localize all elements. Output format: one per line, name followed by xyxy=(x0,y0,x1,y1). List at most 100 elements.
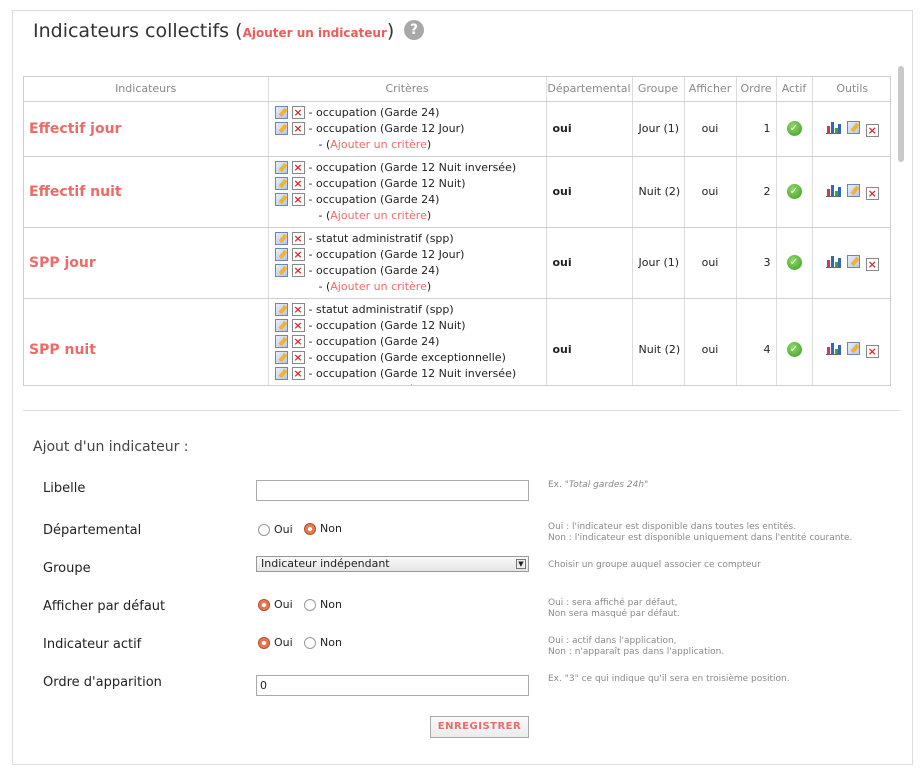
criterion-text: - occupation (Garde 24) xyxy=(308,263,440,277)
criterion-line: × - occupation (Garde 24) xyxy=(274,334,546,350)
table-row: Effectif jour × - occupation (Garde 24) × - … xyxy=(24,101,890,157)
table-scrollbar[interactable] xyxy=(898,66,904,162)
tools-cell: × xyxy=(812,101,890,157)
edit-icon[interactable] xyxy=(846,341,860,355)
edit-icon[interactable] xyxy=(274,232,288,245)
edit-icon[interactable] xyxy=(274,367,288,380)
groupe-selected-value: Indicateur indépendant xyxy=(261,557,390,570)
ordre-cell: 4 xyxy=(736,298,777,385)
ordre-input[interactable] xyxy=(256,675,529,696)
add-criterion-link[interactable]: Ajouter un critère xyxy=(330,208,427,224)
delete-icon[interactable]: × xyxy=(291,161,305,174)
delete-icon[interactable]: × xyxy=(291,351,305,364)
radio-label: Oui xyxy=(274,636,293,649)
page-title: Indicateurs collectifs (Ajouter un indic… xyxy=(33,20,394,42)
help-icon[interactable]: ? xyxy=(404,20,424,40)
departemental-label: Départemental xyxy=(43,523,142,538)
delete-icon[interactable]: × xyxy=(291,303,305,316)
add-criterion-link[interactable]: Ajouter un critère xyxy=(330,279,427,295)
criterion-line: × - occupation (Garde 12 Nuit) xyxy=(274,176,546,192)
edit-icon[interactable] xyxy=(274,303,288,316)
delete-icon[interactable]: × xyxy=(865,123,879,137)
edit-icon[interactable] xyxy=(846,254,860,268)
edit-icon[interactable] xyxy=(274,122,288,135)
chart-icon[interactable] xyxy=(825,255,841,268)
delete-icon[interactable]: × xyxy=(291,264,305,277)
indicator-name[interactable]: Effectif jour xyxy=(24,101,269,157)
edit-icon[interactable] xyxy=(274,177,288,190)
actif-oui-radio[interactable]: Oui xyxy=(258,636,293,649)
afficher-oui-radio[interactable]: Oui xyxy=(258,598,293,611)
delete-icon[interactable]: × xyxy=(865,344,879,358)
libelle-input[interactable] xyxy=(256,480,529,501)
add-criterion-link[interactable]: Ajouter un critère xyxy=(330,382,427,386)
radio-label: Non xyxy=(320,598,342,611)
indicator-name[interactable]: SPP nuit xyxy=(24,298,269,385)
hint-line: Oui : actif dans l'application, xyxy=(548,636,677,646)
edit-icon[interactable] xyxy=(274,335,288,348)
radio-off-icon xyxy=(258,523,270,536)
delete-icon[interactable]: × xyxy=(291,122,305,135)
add-criterion-line: - (Ajouter un critère) xyxy=(275,279,546,295)
chart-icon[interactable] xyxy=(825,121,841,134)
delete-icon[interactable]: × xyxy=(291,177,305,190)
delete-icon[interactable]: × xyxy=(291,319,305,332)
indicator-name[interactable]: Effectif nuit xyxy=(24,156,269,228)
add-indicator-link[interactable]: Ajouter un indicateur xyxy=(243,26,387,40)
groupe-label: Groupe xyxy=(43,561,91,576)
ordre-cell: 2 xyxy=(736,156,777,228)
chart-icon[interactable] xyxy=(825,184,841,197)
radio-label: Non xyxy=(320,636,342,649)
actif-non-radio[interactable]: Non xyxy=(304,636,342,649)
edit-icon[interactable] xyxy=(274,193,288,206)
edit-icon[interactable] xyxy=(274,106,288,119)
check-icon[interactable]: ✓ xyxy=(786,342,802,357)
edit-icon[interactable] xyxy=(274,264,288,277)
ordre-cell: 3 xyxy=(736,227,777,299)
ordre-hint: Ex. "3" ce qui indique qu'il sera en tro… xyxy=(548,674,790,684)
departemental-non-radio[interactable]: Non xyxy=(304,522,342,535)
ordre-cell: 1 xyxy=(736,101,777,157)
delete-icon[interactable]: × xyxy=(865,186,879,200)
col-header-indicateurs: Indicateurs xyxy=(24,77,269,102)
criterion-line: × - occupation (Garde 24) xyxy=(274,192,546,208)
indicator-name[interactable]: SPP jour xyxy=(24,227,269,299)
delete-icon[interactable]: × xyxy=(865,257,879,271)
criterion-line: × - occupation (Garde 12 Nuit inversée) xyxy=(274,366,546,382)
delete-icon[interactable]: × xyxy=(291,232,305,245)
delete-icon[interactable]: × xyxy=(291,248,305,261)
edit-icon[interactable] xyxy=(274,351,288,364)
edit-icon[interactable] xyxy=(274,161,288,174)
radio-off-icon xyxy=(304,598,316,611)
edit-icon[interactable] xyxy=(846,120,860,134)
groupe-cell: Jour (1) xyxy=(632,101,685,157)
page-title-text: Indicateurs collectifs xyxy=(33,20,230,42)
criterion-line: × - occupation (Garde 24) xyxy=(274,105,546,121)
chart-icon[interactable] xyxy=(825,342,841,355)
criterion-line: × - statut administratif (spp) xyxy=(274,231,546,247)
delete-icon[interactable]: × xyxy=(291,367,305,380)
delete-icon[interactable]: × xyxy=(291,193,305,206)
departemental-oui-radio[interactable]: Oui xyxy=(258,523,293,536)
check-icon[interactable]: ✓ xyxy=(786,121,802,136)
add-criterion-link[interactable]: Ajouter un critère xyxy=(330,137,427,153)
edit-icon[interactable] xyxy=(274,248,288,261)
groupe-select[interactable]: Indicateur indépendant ▼ xyxy=(256,556,529,572)
check-icon[interactable]: ✓ xyxy=(786,184,802,199)
save-button[interactable]: ENREGISTRER xyxy=(430,716,529,738)
check-icon[interactable]: ✓ xyxy=(786,255,802,270)
delete-icon[interactable]: × xyxy=(291,106,305,119)
radio-on-icon xyxy=(304,522,316,535)
edit-icon[interactable] xyxy=(846,183,860,197)
criteria-cell: × - statut administratif (spp) × - occupati… xyxy=(268,298,547,386)
add-criterion-prefix: - ( xyxy=(318,137,331,151)
criterion-text: - occupation (Garde 12 Jour) xyxy=(308,247,465,261)
delete-icon[interactable]: × xyxy=(291,335,305,348)
table-header-row: Indicateurs Critères Départemental Group… xyxy=(24,77,890,102)
edit-icon[interactable] xyxy=(274,319,288,332)
section-divider xyxy=(23,410,901,411)
criterion-text: - occupation (Garde 12 Nuit) xyxy=(308,176,466,190)
afficher-non-radio[interactable]: Non xyxy=(304,598,342,611)
actif-cell: ✓ xyxy=(776,156,813,228)
afficher-cell: oui xyxy=(684,298,737,385)
